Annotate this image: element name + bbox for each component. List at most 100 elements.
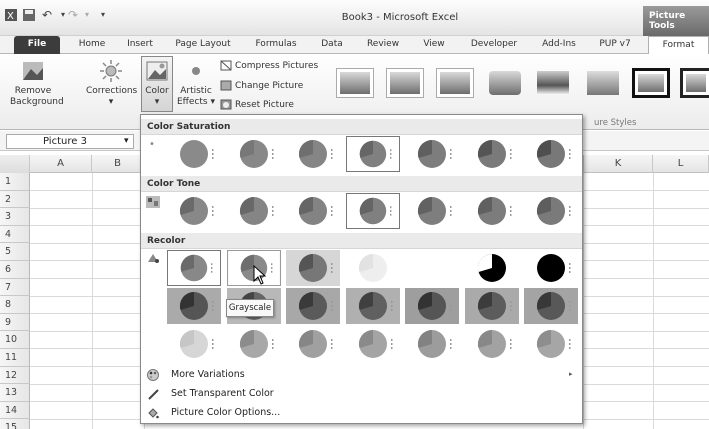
tab-home[interactable]: Home [72, 36, 112, 54]
row-header-3[interactable]: 3 [0, 208, 30, 226]
saturation-tile[interactable] [524, 136, 578, 172]
row-header-6[interactable]: 6 [0, 261, 30, 279]
tab-formulas[interactable]: Formulas [248, 36, 304, 54]
saturation-tile[interactable] [345, 136, 400, 172]
grid-col-line [92, 173, 93, 429]
picture-style-thumb[interactable] [632, 68, 670, 98]
recolor-tile-dark-variation[interactable] [405, 288, 459, 324]
recolor-tile-empty[interactable] [405, 250, 459, 286]
recolor-tile-dark-variation[interactable] [524, 288, 578, 324]
saturation-tile[interactable] [464, 136, 519, 172]
saturation-tile[interactable] [167, 136, 221, 172]
remove-background-button[interactable]: Remove Background [10, 60, 64, 108]
name-box-dropdown-icon[interactable]: ▾ [124, 136, 129, 146]
column-header-l[interactable]: L [653, 155, 709, 173]
recolor-tile-light-variation[interactable] [524, 326, 578, 362]
row-header-4[interactable]: 4 [0, 225, 30, 244]
change-picture-button[interactable]: Change Picture [220, 80, 303, 92]
picture-style-thumb[interactable] [534, 68, 572, 98]
color-tone-tile[interactable] [286, 193, 340, 229]
row-header-12[interactable]: 12 [0, 366, 30, 385]
row-header-11[interactable]: 11 [0, 349, 30, 367]
paint-bucket-icon [147, 407, 159, 419]
color-tone-tile[interactable] [226, 193, 281, 229]
color-tone-tile[interactable] [524, 193, 578, 229]
redo-dropdown-icon[interactable]: ▾ [80, 8, 94, 22]
recolor-tile-light-variation[interactable] [464, 326, 519, 362]
tab-insert[interactable]: Insert [120, 36, 160, 54]
compress-pictures-button[interactable]: Compress Pictures [220, 60, 318, 72]
recolor-tile-black-white-50[interactable] [464, 250, 519, 286]
row-header-10[interactable]: 10 [0, 331, 30, 349]
compress-icon [220, 60, 232, 71]
recolor-tile-washout[interactable] [345, 250, 400, 286]
recolor-heading: Recolor [141, 233, 582, 249]
color-tone-tile[interactable] [405, 193, 459, 229]
excel-icon[interactable]: X [4, 8, 18, 22]
recolor-tile-light-variation[interactable] [405, 326, 459, 362]
column-header-k[interactable]: K [583, 155, 653, 173]
recolor-tile-light-variation[interactable] [345, 326, 400, 362]
row-header-14[interactable]: 14 [0, 401, 30, 420]
picture-style-thumb[interactable] [486, 68, 524, 98]
change-picture-icon [220, 80, 232, 91]
tab-developer[interactable]: Developer [464, 36, 524, 54]
save-icon[interactable] [22, 8, 36, 22]
picture-style-thumb[interactable] [680, 68, 709, 98]
column-header-b[interactable]: B [92, 155, 144, 173]
picture-style-thumb[interactable] [436, 68, 474, 98]
row-header-5[interactable]: 5 [0, 243, 30, 261]
recolor-tile-dark-variation[interactable] [464, 288, 519, 324]
color-button[interactable]: Color ▾ [141, 56, 173, 112]
color-tone-tile[interactable] [464, 193, 519, 229]
picture-color-options-item[interactable]: Picture Color Options... [141, 403, 582, 422]
picture-style-thumb[interactable] [584, 68, 622, 98]
tab-view[interactable]: View [416, 36, 452, 54]
column-header-a[interactable]: A [30, 155, 92, 173]
recolor-tile-dark-variation[interactable] [167, 288, 221, 324]
tab-file[interactable]: File [14, 36, 60, 54]
recolor-tile-dark-variation[interactable] [286, 288, 340, 324]
grid-col-line [653, 173, 654, 429]
submenu-arrow-icon: ▸ [569, 370, 573, 378]
redo-icon[interactable]: ↷ [66, 8, 80, 22]
recolor-tile-sepia[interactable] [286, 250, 340, 286]
recolor-tile-no-recolor[interactable] [167, 250, 221, 286]
recolor-tile-light-variation[interactable] [286, 326, 340, 362]
saturation-tile[interactable] [226, 136, 281, 172]
row-header-7[interactable]: 7 [0, 278, 30, 297]
more-variations-item[interactable]: More Variations ▸ [141, 365, 582, 384]
saturation-tile[interactable] [286, 136, 340, 172]
recolor-tile-light-variation[interactable] [226, 326, 281, 362]
artistic-effects-button[interactable]: Artistic Effects ▾ [176, 60, 216, 108]
row-header-2[interactable]: 2 [0, 190, 30, 209]
corrections-button[interactable]: Corrections ▾ [86, 60, 137, 108]
tab-review[interactable]: Review [360, 36, 406, 54]
tab-page-layout[interactable]: Page Layout [170, 36, 236, 54]
recolor-tile-dark-variation[interactable] [345, 288, 400, 324]
tab-add-ins[interactable]: Add-Ins [534, 36, 584, 54]
picture-style-thumb[interactable] [336, 68, 374, 98]
row-header-13[interactable]: 13 [0, 384, 30, 402]
row-header-8[interactable]: 8 [0, 296, 30, 314]
picture-style-thumb[interactable] [386, 68, 424, 98]
row-header-9[interactable]: 9 [0, 313, 30, 332]
tab-data[interactable]: Data [314, 36, 350, 54]
tab-format[interactable]: Format [648, 36, 709, 55]
recolor-tile-light-variation[interactable] [167, 326, 221, 362]
select-all-corner[interactable] [0, 155, 30, 173]
name-box[interactable]: Picture 3 [6, 134, 134, 149]
color-tone-tile[interactable] [345, 193, 400, 229]
row-header-1[interactable]: 1 [0, 173, 30, 191]
reset-picture-button[interactable]: Reset Picture [220, 99, 294, 111]
tab-pup-v7[interactable]: PUP v7 [592, 36, 638, 54]
compress-pictures-label: Compress Pictures [235, 61, 319, 71]
color-tone-heading: Color Tone [141, 176, 582, 192]
saturation-tile[interactable] [405, 136, 459, 172]
undo-icon[interactable]: ↶ [40, 8, 54, 22]
customize-quick-access-icon[interactable]: ▾ [96, 8, 110, 22]
set-transparent-color-item[interactable]: Set Transparent Color [141, 384, 582, 403]
color-tone-tile[interactable] [167, 193, 221, 229]
row-header-15[interactable]: 15 [0, 419, 30, 429]
recolor-tile-black-white-75[interactable] [524, 250, 578, 286]
